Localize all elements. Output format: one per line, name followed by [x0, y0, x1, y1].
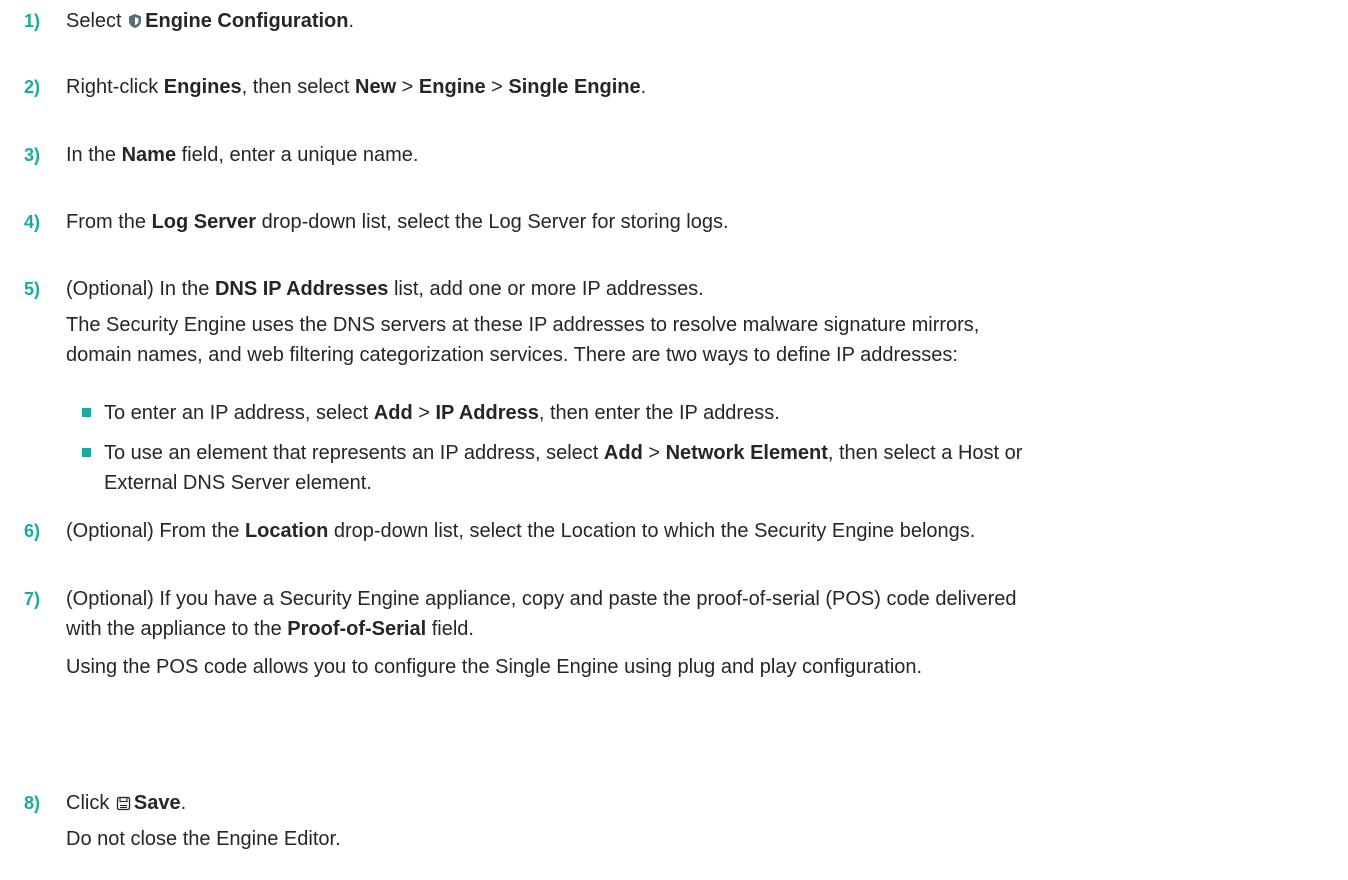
list-item: To enter an IP address, select Add > IP … — [82, 398, 1328, 428]
step-paragraph: domain names, and web filtering categori… — [66, 344, 958, 366]
step-text: Select Engine Configuration. — [66, 6, 1328, 38]
save-icon — [116, 790, 131, 820]
list-item: To use an element that represents an IP … — [82, 438, 1328, 498]
bullet-square-icon — [82, 408, 91, 417]
step-number: 7) — [24, 589, 41, 609]
step-paragraph: Do not close the Engine Editor. — [66, 828, 341, 850]
step-number: 2) — [24, 77, 41, 97]
step-number: 8) — [24, 793, 41, 813]
bullet-square-icon — [82, 448, 91, 457]
step-number: 1) — [24, 11, 41, 31]
step-number: 3) — [24, 145, 41, 165]
step-text: (Optional) From the Location drop-down l… — [66, 520, 976, 542]
step-paragraph: The Security Engine uses the DNS servers… — [66, 314, 980, 336]
step-number: 6) — [24, 521, 41, 541]
step-number: 4) — [24, 212, 41, 232]
step-number: 5) — [24, 279, 41, 299]
step-paragraph: Using the POS code allows you to configu… — [66, 656, 923, 678]
step-text: (Optional) In the DNS IP Addresses list,… — [66, 278, 704, 300]
step-text: Click Save. — [66, 788, 1328, 820]
step-text: In the Name field, enter a unique name. — [66, 144, 419, 166]
step-text-continued: with the appliance to the Proof-of-Seria… — [66, 618, 474, 640]
step-text: Right-click Engines, then select New > E… — [66, 76, 647, 98]
step-text: (Optional) If you have a Security Engine… — [66, 588, 1017, 610]
shield-icon — [128, 8, 142, 38]
step-text: From the Log Server drop-down list, sele… — [66, 211, 729, 233]
